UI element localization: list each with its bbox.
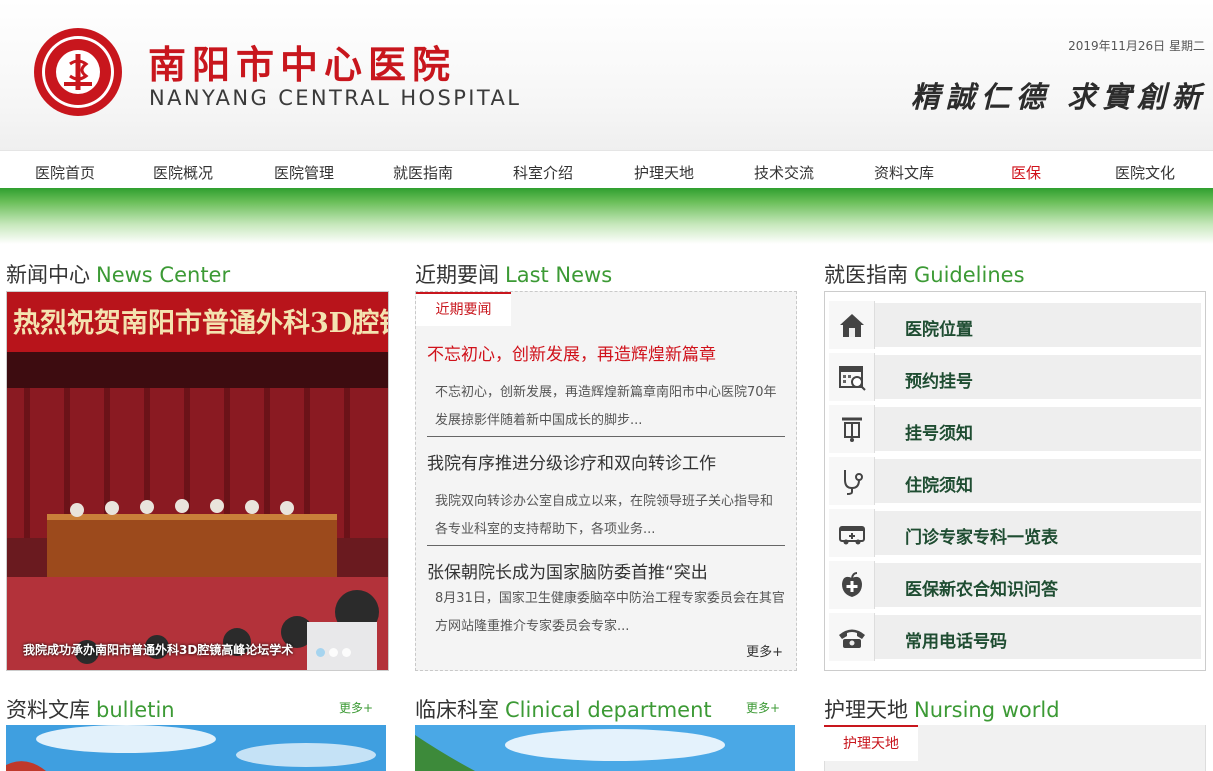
ambulance-icon [829,509,875,557]
nav-item-culture[interactable]: 医院文化 [1115,162,1175,183]
guidelines-title-en: Guidelines [914,263,1025,287]
hospital-name-cn: 南阳市中心医院 [148,42,457,87]
guidelines-panel: 医院位置 预约挂号 挂号须知 住院须知 门诊专家专科一览表 医保新农合知识问答 [824,291,1206,671]
latest-news-tabbar: 近期要闻 [416,292,796,326]
news-item[interactable]: 不忘初心，创新发展，再造辉煌新篇章 不忘初心，创新发展，再造辉煌新篇章南阳市中心… [427,340,785,435]
divider [427,436,785,437]
clinical-title-cn: 临床科室 [415,698,499,722]
clinical-title: 临床科室 Clinical department [415,694,712,724]
news-item-summary: 8月31日，国家卫生健康委脑卒中防治工程专家委员会在其官方网站隆重推介专家委员会… [435,591,785,634]
nursing-title-cn: 护理天地 [824,698,908,722]
tab-nursing[interactable]: 护理天地 [824,725,918,761]
guide-item-label: 门诊专家专科一览表 [905,528,1058,548]
latest-news-title-cn: 近期要闻 [415,263,499,287]
photo-banner-text: 热烈祝贺南阳市普通外科3D腔镜高峰论坛胜利召 [13,307,389,339]
guide-item-label: 医保新农合知识问答 [905,580,1058,600]
slideshow-caption[interactable]: 我院成功承办南阳市普通外科3D腔镜高峰论坛学术 [23,641,293,658]
clinical-thumbnail[interactable] [415,725,795,771]
news-item-title[interactable]: 我院有序推进分级诊疗和双向转诊工作 [427,449,785,474]
news-item[interactable]: 我院有序推进分级诊疗和双向转诊工作 我院双向转诊办公室自成立以来，在院领导班子关… [427,449,785,544]
guide-item-label: 预约挂号 [905,372,973,392]
calendar-search-icon [829,353,875,401]
guide-item-label: 医院位置 [905,320,973,340]
nursing-title: 护理天地 Nursing world [824,694,1060,724]
guide-item-label: 常用电话号码 [905,632,1007,652]
news-slideshow[interactable]: 热烈祝贺南阳市普通外科3D腔镜高峰论坛胜利召 我院成功承办南阳市普通外科3D腔镜… [6,291,389,671]
slide-dot-1[interactable] [316,648,325,657]
news-item-summary: 我院双向转诊办公室自成立以来，在院领导班子关心指导和各专业科室的支持帮助下，各项… [435,494,774,537]
green-banner-strip [0,188,1213,244]
guide-item-appointment[interactable]: 预约挂号 [829,353,1201,401]
slide-dot-2[interactable] [329,648,338,657]
current-date: 2019年11月26日 星期二 [1068,39,1205,53]
conference-photo: 热烈祝贺南阳市普通外科3D腔镜高峰论坛胜利召 [7,292,389,670]
nav-item-insurance[interactable]: 医保 [1011,162,1041,183]
guidelines-title-cn: 就医指南 [824,263,908,287]
slideshow-dots [316,648,351,657]
bulletin-title: 资料文库 bulletin [6,694,175,724]
bulletin-title-cn: 资料文库 [6,698,90,722]
news-center-title-en: News Center [96,263,231,287]
guide-item-label: 住院须知 [905,476,973,496]
nav-item-tech-exchange[interactable]: 技术交流 [754,162,814,183]
bulletin-thumbnail[interactable] [6,725,386,771]
guidelines-title: 就医指南 Guidelines [824,259,1025,289]
registration-card-icon [829,405,875,453]
guide-item-inpatient-notice[interactable]: 住院须知 [829,457,1201,505]
hospital-motto: 精誠仁德 求實創新 [910,80,1207,114]
nav-item-home[interactable]: 医院首页 [35,162,95,183]
guide-item-registration-notice[interactable]: 挂号须知 [829,405,1201,453]
nav-item-guide[interactable]: 就医指南 [393,162,453,183]
clinical-title-en: Clinical department [505,698,712,722]
news-item-title[interactable]: 不忘初心，创新发展，再造辉煌新篇章 [427,340,785,365]
medical-apple-icon [829,561,875,609]
latest-news-title-en: Last News [505,263,613,287]
news-item-summary: 不忘初心，创新发展，再造辉煌新篇章南阳市中心医院70年发展掠影伴随着新中国成长的… [435,385,777,428]
guide-item-location[interactable]: 医院位置 [829,301,1201,349]
latest-news-panel: 近期要闻 不忘初心，创新发展，再造辉煌新篇章 不忘初心，创新发展，再造辉煌新篇章… [415,291,797,671]
guide-item-phone-numbers[interactable]: 常用电话号码 [829,613,1201,661]
tab-latest-news[interactable]: 近期要闻 [416,292,511,326]
latest-news-title: 近期要闻 Last News [415,259,612,289]
main-nav: 医院首页 医院概况 医院管理 就医指南 科室介绍 护理天地 技术交流 资料文库 … [0,150,1213,190]
nav-item-departments[interactable]: 科室介绍 [513,162,573,183]
hospital-seal-logo[interactable] [32,26,124,118]
bulletin-more-link[interactable]: 更多+ [339,699,373,716]
news-item-title[interactable]: 张保朝院长成为国家脑防委首推“突出 [427,558,785,583]
clinical-more-link[interactable]: 更多+ [746,699,780,716]
nursing-title-en: Nursing world [914,698,1060,722]
hospital-name-en: NANYANG CENTRAL HOSPITAL [149,86,522,110]
site-header: 南阳市中心医院 NANYANG CENTRAL HOSPITAL 2019年11… [0,0,1213,150]
nav-item-overview[interactable]: 医院概况 [153,162,213,183]
guide-item-outpatient-experts[interactable]: 门诊专家专科一览表 [829,509,1201,557]
guide-item-label: 挂号须知 [905,424,973,444]
guide-item-insurance-faq[interactable]: 医保新农合知识问答 [829,561,1201,609]
slide-dot-3[interactable] [342,648,351,657]
home-icon [829,301,875,349]
news-center-title: 新闻中心 News Center [6,259,230,289]
news-item[interactable]: 张保朝院长成为国家脑防委首推“突出 8月31日，国家卫生健康委脑卒中防治工程专家… [427,558,785,641]
nav-item-management[interactable]: 医院管理 [274,162,334,183]
latest-news-more-link[interactable]: 更多+ [746,641,783,660]
telephone-icon [829,613,875,661]
stethoscope-icon [829,457,875,505]
nav-item-nursing[interactable]: 护理天地 [634,162,694,183]
divider [427,545,785,546]
news-center-title-cn: 新闻中心 [6,263,90,287]
nav-item-library[interactable]: 资料文库 [874,162,934,183]
bulletin-title-en: bulletin [96,698,175,722]
